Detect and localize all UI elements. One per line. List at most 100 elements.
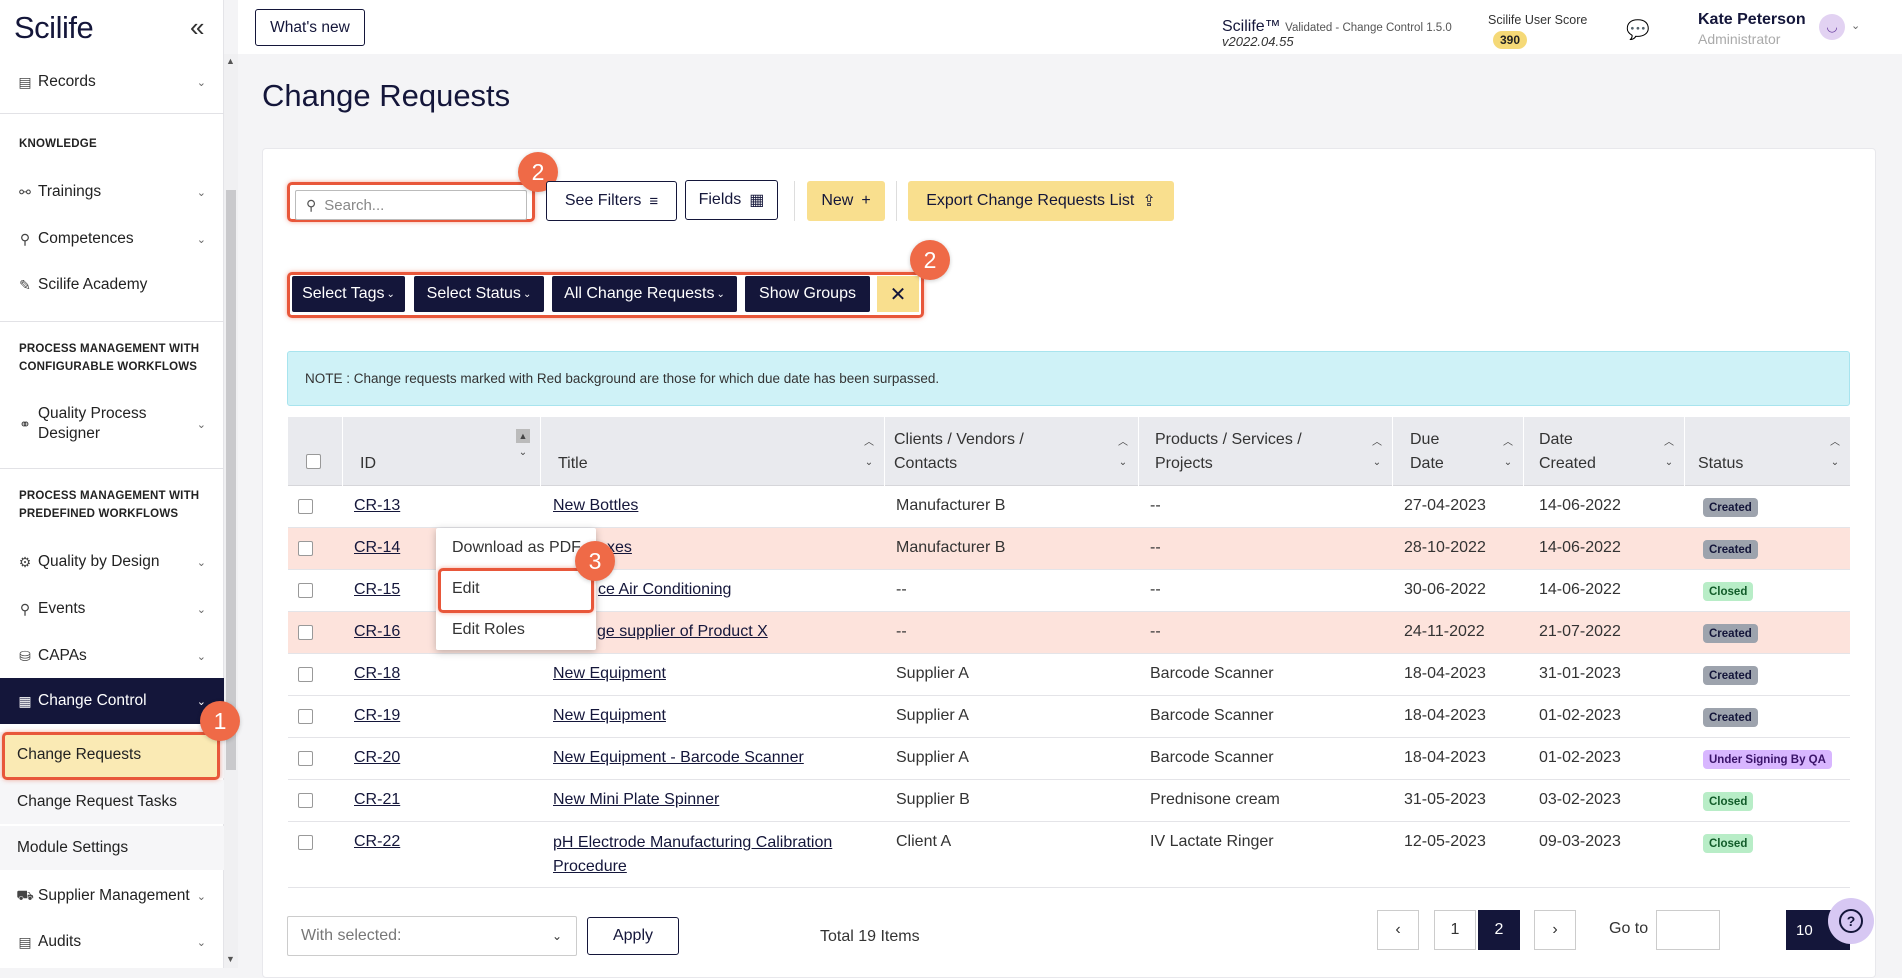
scilife-logo[interactable]: Scilife bbox=[14, 10, 94, 46]
row-id-link[interactable]: CR-21 bbox=[354, 791, 400, 809]
header-status-label: Status bbox=[1698, 455, 1744, 472]
table-row[interactable]: CR-20 New Equipment - Barcode Scanner Su… bbox=[288, 738, 1850, 780]
sort-icon[interactable]: ▲ ⌄ bbox=[516, 429, 530, 463]
sidebar-item-quality-process-designer[interactable]: ⚭ Quality Process Designer ⌄ bbox=[0, 402, 224, 446]
header-date-created[interactable]: Date Created ︿ ⌄ bbox=[1524, 417, 1685, 486]
status-badge: Created bbox=[1703, 666, 1758, 685]
row-checkbox[interactable] bbox=[298, 583, 313, 598]
row-id-link[interactable]: CR-20 bbox=[354, 749, 400, 767]
sidebar-subitem-label-highlighted[interactable]: Change Requests bbox=[17, 746, 141, 764]
header-id[interactable]: ID ▲ ⌄ bbox=[343, 417, 541, 486]
search-input[interactable]: ⚲ Search... bbox=[295, 190, 527, 220]
sidebar-item-competences[interactable]: ⚲ Competences ⌄ bbox=[0, 227, 224, 251]
see-filters-button[interactable]: See Filters ≡ bbox=[546, 181, 677, 221]
row-id-link[interactable]: CR-14 bbox=[354, 539, 400, 557]
header-title[interactable]: Title ︿ ⌄ bbox=[541, 417, 885, 486]
table-row[interactable]: CR-21 New Mini Plate Spinner Supplier B … bbox=[288, 780, 1850, 822]
show-groups-button[interactable]: Show Groups bbox=[745, 276, 870, 312]
clear-filters-icon[interactable]: ✕ bbox=[877, 276, 919, 312]
page-1-button[interactable]: 1 bbox=[1434, 910, 1476, 950]
help-button[interactable]: ? bbox=[1828, 898, 1874, 944]
apply-button[interactable]: Apply bbox=[587, 917, 679, 955]
table-row[interactable]: CR-19 New Equipment Supplier A Barcode S… bbox=[288, 696, 1850, 738]
sidebar-item-records[interactable]: ▤ Records ⌄ bbox=[0, 70, 224, 94]
sidebar-item-events[interactable]: ⚲ Events ⌄ bbox=[0, 597, 224, 621]
row-title-link[interactable]: New Equipment - Barcode Scanner bbox=[553, 749, 804, 767]
chevron-down-icon[interactable]: ⌄ bbox=[1851, 19, 1860, 32]
sidebar-item-audits[interactable]: ▤ Audits ⌄ bbox=[0, 930, 224, 954]
sort-icon[interactable]: ︿ ⌄ bbox=[1664, 433, 1674, 473]
table-row[interactable]: CR-22 pH Electrode Manufacturing Calibra… bbox=[288, 822, 1850, 888]
sort-icon[interactable]: ︿ ⌄ bbox=[1503, 433, 1513, 473]
scroll-down-arrow-icon[interactable]: ▼ bbox=[226, 954, 235, 964]
row-title-link[interactable]: New Bottles bbox=[553, 497, 638, 515]
chevron-down-icon: ⌄ bbox=[196, 695, 206, 708]
row-checkbox[interactable] bbox=[298, 751, 313, 766]
row-checkbox[interactable] bbox=[298, 541, 313, 556]
sidebar-item-trainings[interactable]: ⚯ Trainings ⌄ bbox=[0, 180, 224, 204]
row-title-link[interactable]: New Equipment bbox=[553, 707, 666, 725]
menu-item-edit-roles[interactable]: Edit Roles bbox=[452, 621, 525, 639]
new-button[interactable]: New + bbox=[807, 181, 885, 221]
row-checkbox[interactable] bbox=[298, 793, 313, 808]
sidebar-item-supplier-management[interactable]: ⛟ Supplier Management ⌄ bbox=[0, 884, 224, 908]
select-status-dropdown[interactable]: Select Status ⌄ bbox=[414, 276, 544, 312]
menu-item-download-pdf[interactable]: Download as PDF bbox=[452, 539, 581, 557]
row-checkbox[interactable] bbox=[298, 667, 313, 682]
chat-icon[interactable]: 💬 bbox=[1626, 18, 1650, 42]
row-id-link[interactable]: CR-19 bbox=[354, 707, 400, 725]
sidebar-subitem-change-request-tasks[interactable]: Change Request Tasks bbox=[0, 780, 224, 824]
prev-page-button[interactable]: ‹ bbox=[1377, 910, 1419, 950]
collapse-sidebar-icon[interactable]: « bbox=[190, 12, 204, 43]
with-selected-dropdown[interactable]: With selected: ⌄ bbox=[287, 916, 577, 956]
row-id-link[interactable]: CR-15 bbox=[354, 581, 400, 599]
sidebar-item-change-control[interactable]: ▦ Change Control ⌄ bbox=[0, 678, 224, 724]
whats-new-button[interactable]: What's new bbox=[255, 9, 365, 46]
sidebar-item-academy[interactable]: ✎ Scilife Academy bbox=[0, 273, 224, 297]
sidebar-item-label: Supplier Management bbox=[38, 887, 190, 904]
row-title-link[interactable]: ge supplier of Product X bbox=[597, 623, 768, 641]
row-checkbox[interactable] bbox=[298, 835, 313, 850]
user-name[interactable]: Kate Peterson bbox=[1698, 11, 1806, 29]
row-id-link[interactable]: CR-18 bbox=[354, 665, 400, 683]
row-title-link[interactable]: ce Air Conditioning bbox=[598, 581, 731, 599]
sidebar-scroll-thumb[interactable] bbox=[226, 190, 236, 770]
row-title-link[interactable]: New Mini Plate Spinner bbox=[553, 791, 719, 809]
page-title: Change Requests bbox=[262, 78, 511, 113]
table-header: ID ▲ ⌄ Title ︿ ⌄ Clients / Vendors / Contac… bbox=[288, 417, 1850, 486]
row-checkbox[interactable] bbox=[298, 709, 313, 724]
sort-icon[interactable]: ︿ ⌄ bbox=[864, 433, 874, 473]
select-all-checkbox[interactable] bbox=[306, 454, 321, 469]
fields-button[interactable]: Fields ▦ bbox=[685, 180, 778, 220]
next-page-button[interactable]: › bbox=[1534, 910, 1576, 950]
select-tags-dropdown[interactable]: Select Tags ⌄ bbox=[292, 276, 405, 312]
row-title-link[interactable]: New Equipment bbox=[553, 665, 666, 683]
avatar[interactable]: ◡ bbox=[1819, 14, 1845, 40]
scroll-up-arrow-icon[interactable]: ▲ bbox=[226, 56, 235, 66]
row-title-link[interactable]: pH Electrode Manufacturing Calibration Pr… bbox=[553, 831, 832, 879]
sidebar-item-quality-by-design[interactable]: ⚙ Quality by Design ⌄ bbox=[0, 550, 224, 574]
goto-page-input[interactable] bbox=[1656, 910, 1720, 950]
header-products[interactable]: Products / Services / Projects ︿ ⌄ bbox=[1139, 417, 1393, 486]
header-status[interactable]: Status ︿ ⌄ bbox=[1685, 417, 1850, 486]
table-row[interactable]: CR-18 New Equipment Supplier A Barcode S… bbox=[288, 654, 1850, 696]
row-id-link[interactable]: CR-13 bbox=[354, 497, 400, 515]
sort-icon[interactable]: ︿ ⌄ bbox=[1372, 433, 1382, 473]
row-id-link[interactable]: CR-16 bbox=[354, 623, 400, 641]
sidebar-subitem-module-settings[interactable]: Module Settings bbox=[0, 826, 224, 870]
table-row[interactable]: CR-13 New Bottles Manufacturer B -- 27-0… bbox=[288, 486, 1850, 528]
all-change-requests-dropdown[interactable]: All Change Requests ⌄ bbox=[552, 276, 737, 312]
row-checkbox[interactable] bbox=[298, 499, 313, 514]
sort-icon[interactable]: ︿ ⌄ bbox=[1118, 433, 1128, 473]
header-due-date[interactable]: Due Date ︿ ⌄ bbox=[1393, 417, 1524, 486]
row-checkbox[interactable] bbox=[298, 625, 313, 640]
title-line: pH Electrode Manufacturing Calibration bbox=[553, 834, 833, 851]
sort-icon[interactable]: ︿ ⌄ bbox=[1830, 433, 1840, 473]
page-2-button[interactable]: 2 bbox=[1478, 910, 1520, 950]
sidebar-item-label: Audits bbox=[38, 933, 82, 950]
sidebar-item-capas[interactable]: ⛁ CAPAs ⌄ bbox=[0, 644, 224, 668]
with-selected-label: With selected: bbox=[301, 927, 402, 944]
export-button[interactable]: Export Change Requests List ⇪ bbox=[908, 181, 1174, 221]
row-id-link[interactable]: CR-22 bbox=[354, 833, 400, 851]
header-clients[interactable]: Clients / Vendors / Contacts ︿ ⌄ bbox=[885, 417, 1139, 486]
